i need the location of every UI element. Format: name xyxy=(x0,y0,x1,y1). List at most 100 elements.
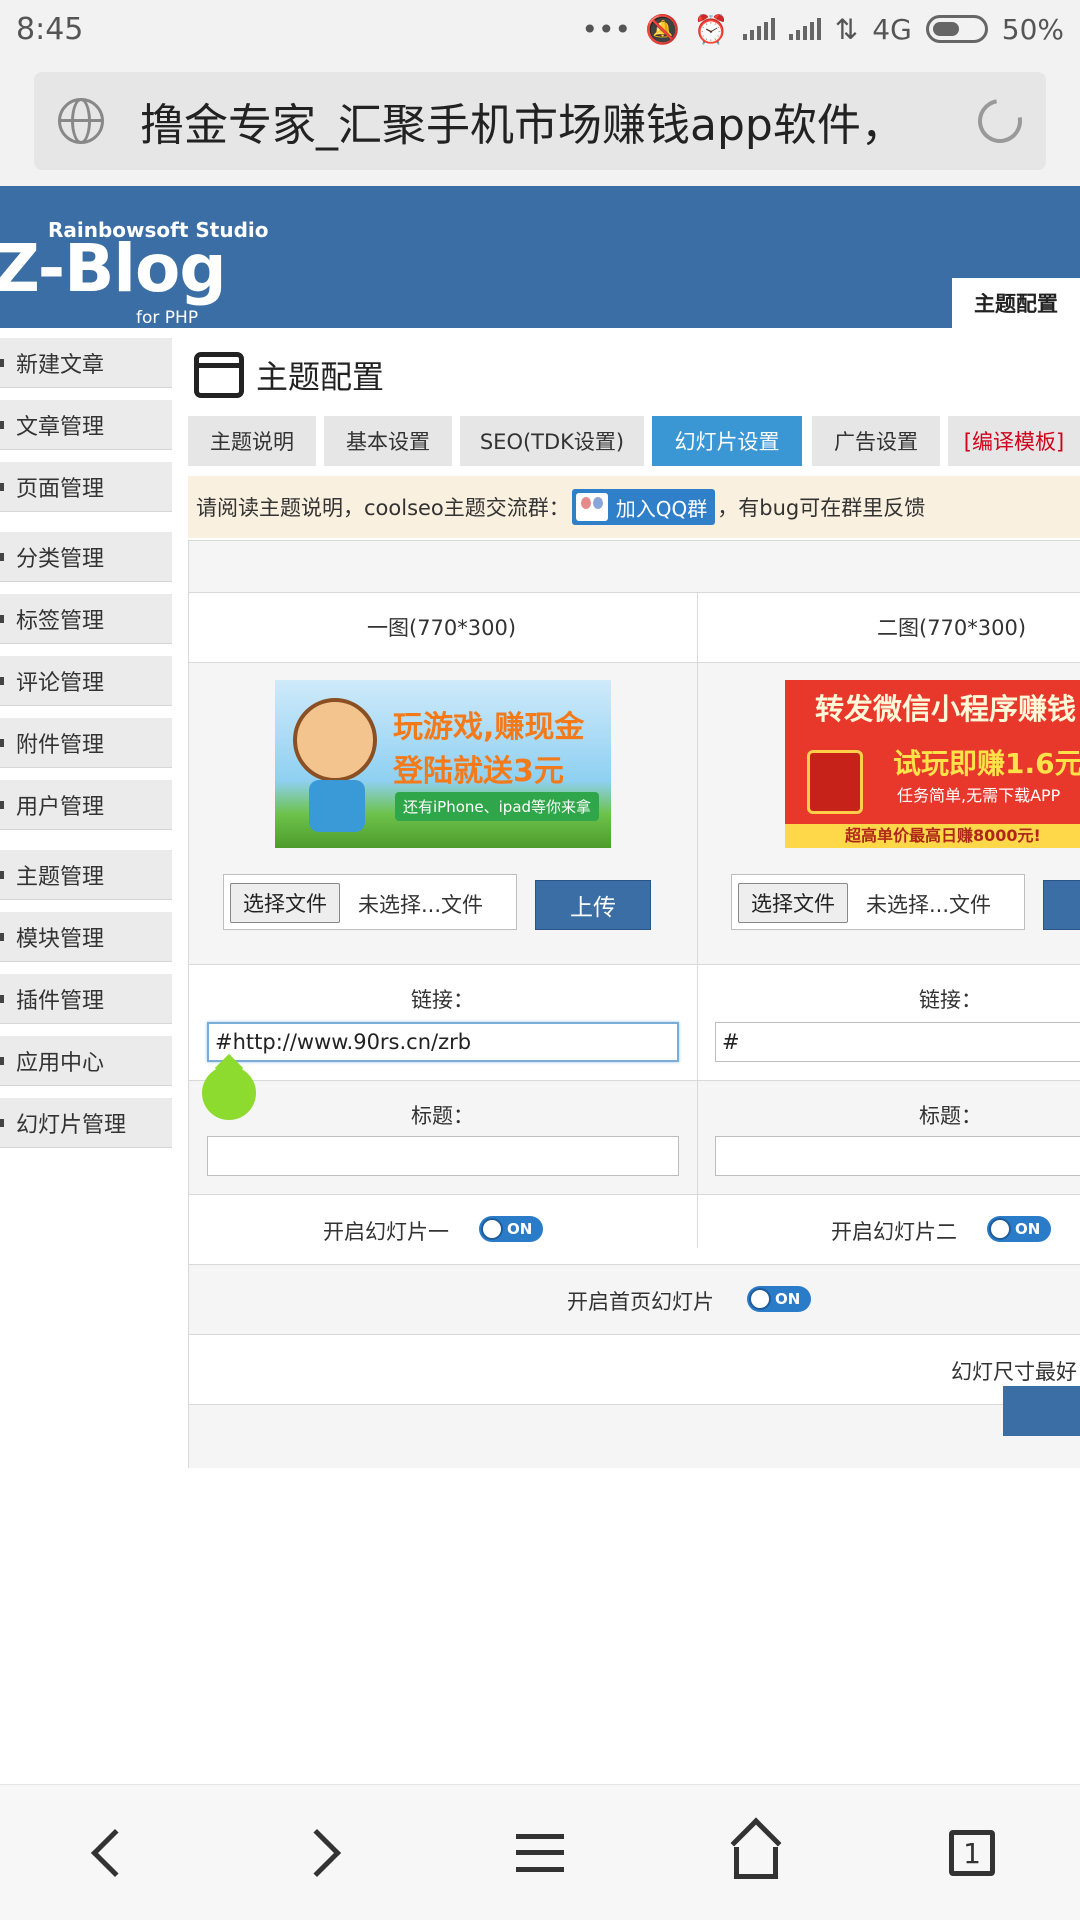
sidebar-item-users[interactable]: 用户管理 xyxy=(0,780,172,830)
slide1-banner-line1: 玩游戏,赚现金 xyxy=(393,710,585,745)
slide2-banner-line1: 转发微信小程序赚钱 xyxy=(815,692,1077,726)
slide2-toggle-label: 开启幻灯片二 xyxy=(831,1220,957,1244)
slide1-title-label: 标题： xyxy=(411,1104,474,1128)
chevron-right-icon xyxy=(292,1828,342,1878)
slide1-banner-line2: 登陆就送3元 xyxy=(393,754,564,789)
chevron-left-icon xyxy=(90,1828,140,1878)
slide1-toggle-label: 开启幻灯片一 xyxy=(323,1220,449,1244)
slides-table: 一图(770*300) 二图(770*300) 玩游戏,赚现金 登陆就送3元 还… xyxy=(188,540,1080,1468)
slide1-file-name: 未选择...文件 xyxy=(358,893,484,917)
slide1-title-input[interactable] xyxy=(207,1136,679,1176)
sidebar-item-tags[interactable]: 标签管理 xyxy=(0,594,172,644)
slide1-link-label: 链接： xyxy=(411,988,474,1012)
site-header: Rainbowsoft Studio Z-Blog for PHP 主题配置 xyxy=(0,186,1080,328)
data-transfer-icon: ⇅ xyxy=(834,12,859,46)
tab-ads[interactable]: 广告设置 xyxy=(812,416,940,466)
tabs-button[interactable]: 1 xyxy=(912,1785,1032,1920)
cartoon-boy-head xyxy=(293,698,377,782)
sidebar-item-categories[interactable]: 分类管理 xyxy=(0,532,172,582)
slide1-toggle[interactable]: ON xyxy=(479,1216,543,1242)
sidebar-item-articles[interactable]: 文章管理 xyxy=(0,400,172,450)
reload-icon[interactable] xyxy=(969,90,1031,152)
tab-count: 1 xyxy=(949,1830,995,1876)
column-divider xyxy=(697,592,698,1248)
slide2-link-label: 链接： xyxy=(919,988,982,1012)
logo-sub: for PHP xyxy=(136,308,199,328)
home-icon xyxy=(730,1817,782,1879)
notice-bar: 请阅读主题说明，coolseo主题交流群： 加入QQ群 ，有bug可在群里反馈 xyxy=(188,476,1080,538)
red-envelope-icon xyxy=(807,750,863,814)
tab-slides[interactable]: 幻灯片设置 xyxy=(652,416,802,466)
menu-icon xyxy=(516,1834,564,1872)
globe-icon xyxy=(58,98,104,144)
home-slides-toggle[interactable]: ON xyxy=(747,1286,811,1312)
slide2-title-input[interactable] xyxy=(715,1136,1080,1176)
sidebar-item-themes[interactable]: 主题管理 xyxy=(0,850,172,900)
network-type: 4G xyxy=(872,12,912,46)
slide2-banner-image: 转发微信小程序赚钱 试玩即赚1.6元 任务简单,无需下载APP 超高单价最高日赚… xyxy=(785,680,1080,848)
slide2-choose-file-button[interactable]: 选择文件 xyxy=(738,883,848,923)
page-title[interactable]: 撸金专家_汇聚手机市场赚钱app软件， xyxy=(140,89,940,153)
toggle-knob xyxy=(481,1218,503,1240)
sidebar-item-slides[interactable]: 幻灯片管理 xyxy=(0,1098,172,1148)
back-button[interactable] xyxy=(48,1785,168,1920)
window-icon xyxy=(194,352,244,398)
notice-prefix: 请阅读主题说明，coolseo主题交流群： xyxy=(196,496,570,520)
signal-icon xyxy=(742,18,775,40)
home-button[interactable] xyxy=(696,1785,816,1920)
sidebar-item-new-article[interactable]: 新建文章 xyxy=(0,338,172,388)
slide2-header: 二图(770*300) xyxy=(877,616,1027,640)
tab-compile-template[interactable]: [编译模板] xyxy=(948,416,1080,466)
sidebar-item-comments[interactable]: 评论管理 xyxy=(0,656,172,706)
main-title: 主题配置 xyxy=(256,358,385,396)
slide2-upload-button[interactable] xyxy=(1043,880,1080,930)
battery-level: 50% xyxy=(1001,12,1064,46)
forward-button[interactable] xyxy=(264,1785,384,1920)
sidebar-item-app-center[interactable]: 应用中心 xyxy=(0,1036,172,1086)
battery-icon xyxy=(925,15,988,43)
slide1-file-input[interactable]: 选择文件 未选择...文件 xyxy=(223,874,517,930)
main-heading: 主题配置 xyxy=(194,352,384,398)
table-row xyxy=(189,540,1080,592)
more-dots-icon: ••• xyxy=(581,12,632,46)
tab-basic-settings[interactable]: 基本设置 xyxy=(324,416,452,466)
menu-button[interactable] xyxy=(480,1785,600,1920)
slide2-banner-line2: 试玩即赚1.6元 xyxy=(893,747,1080,780)
slide2-link-input[interactable]: # xyxy=(715,1022,1080,1062)
slide1-link-input[interactable]: #http://www.90rs.cn/zrb xyxy=(207,1022,679,1062)
status-time: 8:45 xyxy=(16,11,84,47)
slide2-file-name: 未选择...文件 xyxy=(866,893,992,917)
text-cursor-handle[interactable] xyxy=(202,1058,258,1120)
sidebar-item-attachments[interactable]: 附件管理 xyxy=(0,718,172,768)
slide1-upload-button[interactable]: 上传 xyxy=(535,880,651,930)
tab-seo[interactable]: SEO(TDK设置) xyxy=(460,416,644,466)
address-bar[interactable]: 撸金专家_汇聚手机市场赚钱app软件， xyxy=(34,72,1046,170)
slide1-banner-image: 玩游戏,赚现金 登陆就送3元 还有iPhone、ipad等你来拿 xyxy=(275,680,611,848)
sidebar-item-modules[interactable]: 模块管理 xyxy=(0,912,172,962)
table-row xyxy=(189,1404,1080,1468)
sidebar-item-pages[interactable]: 页面管理 xyxy=(0,462,172,512)
home-slides-toggle-label: 开启首页幻灯片 xyxy=(567,1290,714,1314)
slide2-toggle-state: ON xyxy=(1015,1220,1041,1238)
qq-group-icon xyxy=(575,493,608,521)
table-row xyxy=(189,1334,1080,1404)
tab-theme-intro[interactable]: 主题说明 xyxy=(188,416,316,466)
slide1-banner-line3: 还有iPhone、ipad等你来拿 xyxy=(395,792,600,821)
toggle-knob xyxy=(989,1218,1011,1240)
slide1-header: 一图(770*300) xyxy=(367,616,517,640)
notice-suffix: ，有bug可在群里反馈 xyxy=(717,496,926,520)
header-tab-theme-config[interactable]: 主题配置 xyxy=(952,278,1080,328)
sidebar-item-plugins[interactable]: 插件管理 xyxy=(0,974,172,1024)
status-bar: 8:45 ••• 🔕 ⏰ ⇅ 4G 50% xyxy=(0,0,1080,58)
slide2-title-label: 标题： xyxy=(919,1104,982,1128)
save-button[interactable] xyxy=(1003,1386,1080,1436)
status-icons: ••• 🔕 ⏰ ⇅ 4G 50% xyxy=(581,13,1064,46)
join-qq-group-label: 加入QQ群 xyxy=(615,496,708,521)
browser-bottom-nav: 1 xyxy=(0,1784,1080,1920)
slide2-file-input[interactable]: 选择文件 未选择...文件 xyxy=(731,874,1025,930)
slide2-toggle[interactable]: ON xyxy=(987,1216,1051,1242)
join-qq-group-button[interactable]: 加入QQ群 xyxy=(571,489,716,525)
slide1-choose-file-button[interactable]: 选择文件 xyxy=(230,883,340,923)
slide2-banner-line3: 任务简单,无需下载APP xyxy=(897,786,1061,805)
slide2-banner-line4: 超高单价最高日赚8000元! xyxy=(785,824,1080,848)
